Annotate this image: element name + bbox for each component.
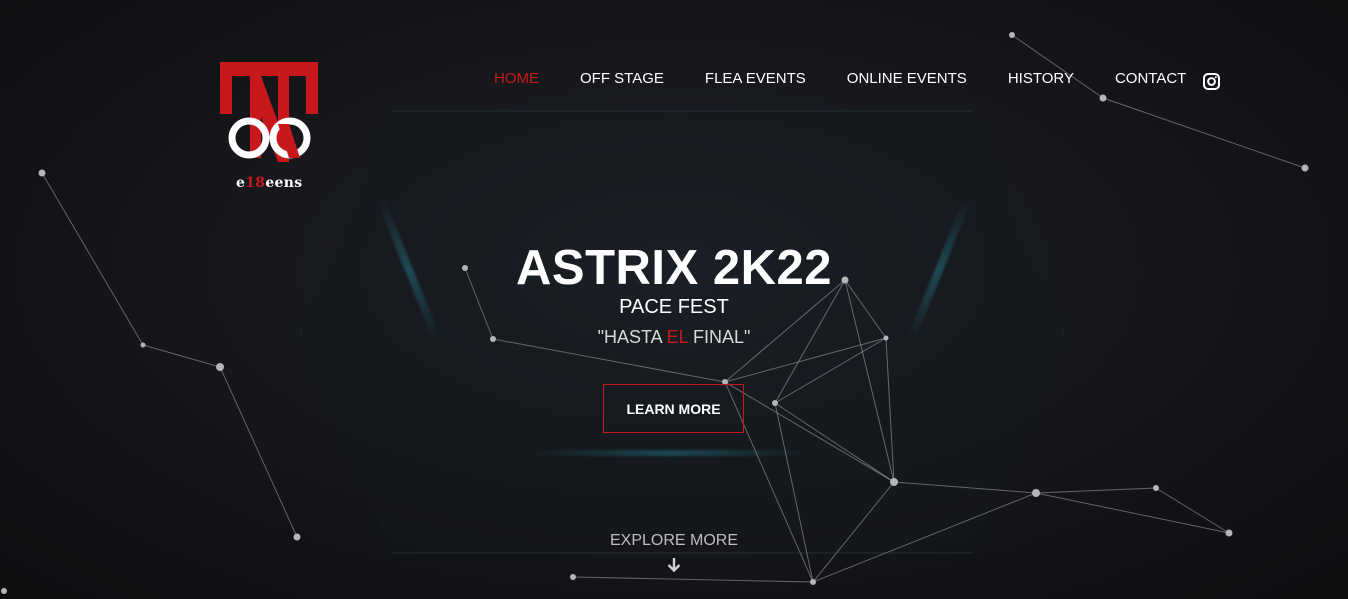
logo-text-number: 18 (245, 175, 266, 191)
hero-tagline: "HASTA EL FINAL" (0, 327, 1348, 348)
nav-item-online-events[interactable]: ONLINE EVENTS (847, 70, 967, 87)
nav-item-flea-events[interactable]: FLEA EVENTS (705, 70, 806, 87)
learn-more-button[interactable]: LEARN MORE (603, 384, 744, 433)
main-nav: HOME OFF STAGE FLEA EVENTS ONLINE EVENTS… (494, 70, 1227, 87)
tagline-end: FINAL" (688, 327, 751, 347)
tagline-highlight: EL (666, 327, 689, 347)
logo-text-suffix: eens (265, 175, 303, 191)
explore-more-link[interactable]: EXPLORE MORE (0, 532, 1348, 550)
hero-section: e18eens HOME OFF STAGE FLEA EVENTS ONLIN… (0, 0, 1348, 599)
site-logo[interactable]: e18eens (220, 62, 318, 194)
nav-item-home[interactable]: HOME (494, 70, 539, 87)
logo-text-prefix: e (236, 175, 246, 191)
arrow-down-icon[interactable] (667, 557, 681, 573)
logo-wordmark: e18eens (236, 175, 302, 191)
hero-title: ASTRIX 2K22 (516, 241, 832, 295)
hero-subtitle: PACE FEST (619, 296, 729, 318)
tagline-start: "HASTA (597, 327, 667, 347)
instagram-icon[interactable] (1203, 73, 1220, 90)
nav-item-off-stage[interactable]: OFF STAGE (580, 70, 664, 87)
logo-mark-icon (220, 62, 318, 162)
nav-item-contact[interactable]: CONTACT (1115, 70, 1186, 87)
nav-item-history[interactable]: HISTORY (1008, 70, 1074, 87)
